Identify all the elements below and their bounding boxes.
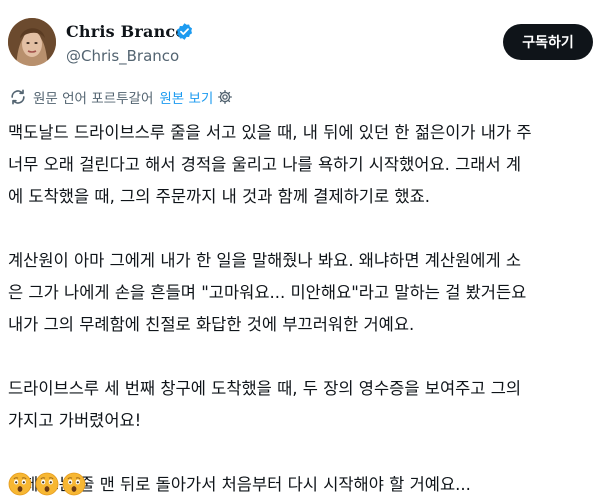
astonished-face-icon [8, 472, 32, 496]
tweet-line: 에 도착했을 때, 그의 주문까지 내 것과 함께 결제하기로 했죠. [8, 187, 431, 206]
emoji-row [8, 472, 86, 496]
tweet-line: 은 그가 나에게 손을 흔들며 "고마워요... 미안해요"라고 말하는 걸 봤… [8, 283, 527, 302]
astonished-face-icon [62, 472, 86, 496]
display-name[interactable]: Chris Branco [66, 22, 186, 41]
user-handle[interactable]: @Chris_Branco [66, 47, 179, 65]
tweet-line: 너무 오래 걸린다고 해서 경적을 울리고 나를 욕하기 시작했어요. 그래서 … [8, 155, 522, 174]
astonished-face-icon [35, 472, 59, 496]
verified-badge-icon [176, 23, 193, 40]
tweet-line: 가지고 가버렸어요! [8, 411, 142, 430]
subscribe-button[interactable]: 구독하기 [503, 24, 593, 60]
tweet-line: 드라이브스루 세 번째 창구에 도착했을 때, 두 장의 영수증을 보여주고 그… [8, 379, 522, 398]
translation-bar: 원문 언어 포르투갈어 원본 보기 [8, 86, 233, 108]
show-original-link[interactable]: 원본 보기 [159, 87, 213, 107]
tweet-line: 내가 그의 무례함에 친절로 화답한 것에 부끄러워한 거예요. [8, 315, 415, 334]
tweet-header: Chris Branco @Chris_Branco 구독하기 [0, 0, 600, 82]
tweet-line: 맥도날드 드라이브스루 줄을 서고 있을 때, 내 뒤에 있던 한 젊은이가 내… [8, 123, 532, 142]
tweet-text: 맥도날드 드라이브스루 줄을 서고 있을 때, 내 뒤에 있던 한 젊은이가 내… [8, 117, 600, 500]
tweet-line: 이제 그는 줄 맨 뒤로 돌아가서 처음부터 다시 시작해야 할 거예요... [8, 475, 471, 494]
tweet-line: 계산원이 아마 그에게 내가 한 일을 말해줬나 봐요. 왜냐하면 계산원에게 … [8, 251, 522, 270]
translate-icon [11, 89, 25, 105]
gear-icon[interactable] [217, 89, 233, 105]
avatar[interactable] [8, 18, 56, 66]
translation-notice: 원문 언어 포르투갈어 [33, 91, 154, 107]
